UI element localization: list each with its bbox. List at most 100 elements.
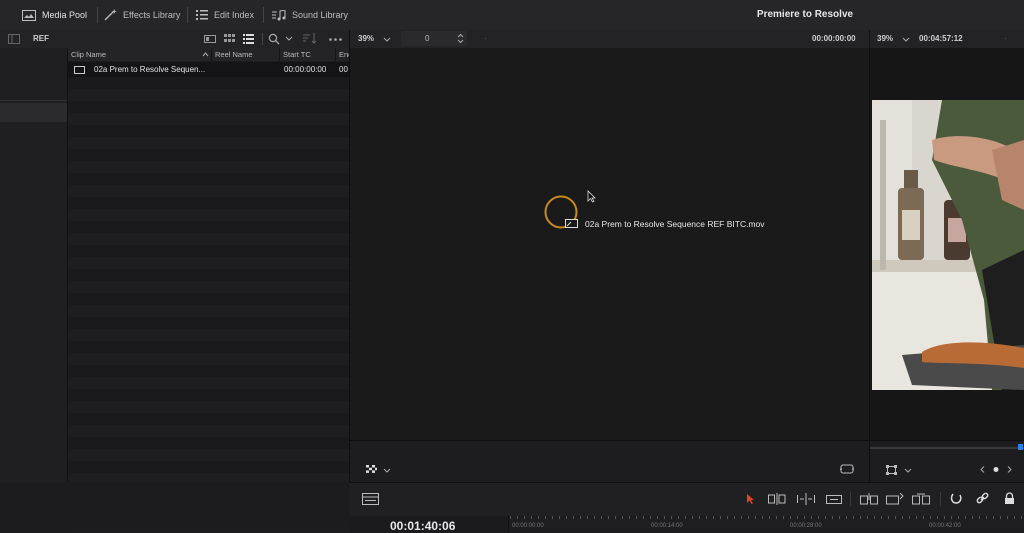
- divider: [262, 33, 263, 45]
- empty-row: [68, 425, 349, 437]
- ruler-tick: [965, 516, 966, 519]
- ruler-tick: [573, 516, 574, 519]
- bin-list-toggle-icon[interactable]: [8, 34, 20, 44]
- media-pool-button[interactable]: Media Pool: [22, 0, 87, 30]
- transform-icon[interactable]: [886, 465, 897, 475]
- chevron-down-icon[interactable]: [383, 37, 391, 42]
- empty-row: [68, 149, 349, 161]
- separator-dot: ·: [484, 34, 487, 43]
- ruler-tick: [664, 516, 665, 519]
- playhead-marker[interactable]: [1018, 444, 1023, 450]
- ruler-tick: [944, 516, 945, 519]
- empty-row: [68, 329, 349, 341]
- empty-row: [68, 317, 349, 329]
- sound-library-button[interactable]: Sound Library: [272, 0, 348, 30]
- lock-icon[interactable]: [1004, 492, 1015, 505]
- snapping-icon[interactable]: [950, 492, 963, 505]
- ruler-tick: [566, 516, 567, 519]
- empty-row: [68, 257, 349, 269]
- ruler-tick: [748, 516, 749, 519]
- chevron-down-icon[interactable]: [904, 468, 912, 473]
- ruler-tick: [713, 516, 714, 519]
- search-icon[interactable]: [268, 33, 280, 45]
- viewer-controls: [350, 440, 869, 483]
- edit-index-button[interactable]: Edit Index: [196, 0, 254, 30]
- chevron-down-icon[interactable]: [383, 468, 391, 473]
- chevron-down-icon[interactable]: [902, 37, 910, 42]
- media-pool-footer: [0, 482, 350, 532]
- ruler-tick: [1014, 516, 1015, 519]
- ruler-tick: [559, 516, 560, 519]
- divider: [940, 492, 941, 506]
- ruler-tick: [720, 516, 721, 519]
- empty-row: [68, 269, 349, 281]
- ruler-tick: [986, 516, 987, 519]
- safe-area-icon[interactable]: [840, 464, 854, 474]
- ruler-tick: [888, 516, 889, 519]
- column-header-start-tc[interactable]: Start TC: [280, 48, 336, 61]
- empty-row: [68, 341, 349, 353]
- selection-arrow-icon[interactable]: [746, 493, 755, 505]
- timeline-zoom[interactable]: 39%: [877, 30, 893, 48]
- empty-row: [68, 125, 349, 137]
- ruler-tick: [706, 516, 707, 519]
- video-clip-icon: [565, 219, 578, 228]
- empty-row: [68, 449, 349, 461]
- stepper-icon[interactable]: [457, 33, 464, 44]
- toolbar-divider: [97, 7, 98, 23]
- ruler-tick: [643, 516, 644, 519]
- media-pool-label: Media Pool: [42, 10, 88, 20]
- ruler-tick: [902, 516, 903, 519]
- blade-edit-icon[interactable]: [826, 495, 842, 504]
- sort-icon[interactable]: [303, 33, 317, 44]
- ruler-tick: [678, 516, 679, 519]
- checkerboard-icon[interactable]: [366, 465, 377, 473]
- more-options-icon[interactable]: [329, 38, 342, 41]
- sort-ascending-icon: [202, 52, 209, 57]
- ruler-tick: [979, 516, 980, 519]
- end-cell: 00: [339, 65, 348, 74]
- dynamic-trim-icon[interactable]: [797, 493, 815, 505]
- link-icon[interactable]: [976, 492, 989, 505]
- replace-clip-icon[interactable]: [912, 493, 930, 505]
- ruler-tick: [818, 516, 819, 519]
- ruler-label: 00:00:00:00: [512, 523, 544, 529]
- ruler-tick: [727, 516, 728, 519]
- column-header-reel-name[interactable]: Reel Name: [212, 48, 280, 61]
- video-frame-image: [872, 100, 1024, 390]
- ruler-tick: [699, 516, 700, 519]
- source-viewer[interactable]: 02a Prem to Resolve Sequence REF BITC.mo…: [350, 48, 869, 440]
- separator-dot: ·: [1004, 34, 1007, 43]
- ruler-tick: [552, 516, 553, 519]
- ruler-tick: [1007, 516, 1008, 519]
- empty-row: [68, 221, 349, 233]
- column-header-clip-name[interactable]: Clip Name: [68, 48, 212, 61]
- ruler-label: 00:00:42:00: [929, 523, 961, 529]
- scrubber-track[interactable]: [870, 447, 1024, 449]
- column-header-label: Clip Name: [71, 50, 107, 59]
- timeline-viewer[interactable]: [870, 48, 1024, 440]
- ruler-tick: [1000, 516, 1001, 519]
- project-title: Premiere to Resolve: [756, 9, 854, 20]
- prev-next-icon[interactable]: [980, 466, 1012, 473]
- trim-edit-icon[interactable]: [768, 493, 786, 505]
- frame-field[interactable]: 0: [401, 31, 467, 46]
- ruler-tick: [930, 516, 931, 519]
- ruler-tick: [811, 516, 812, 519]
- metadata-view-icon[interactable]: [204, 35, 216, 43]
- overwrite-clip-icon[interactable]: [886, 493, 904, 505]
- selected-bin-row[interactable]: [0, 103, 67, 122]
- chevron-down-icon[interactable]: [285, 36, 293, 41]
- list-view-icon[interactable]: [243, 34, 254, 44]
- thumbnail-view-icon[interactable]: [224, 34, 235, 44]
- effects-library-button[interactable]: Effects Library: [104, 0, 180, 30]
- insert-clip-icon[interactable]: [860, 493, 878, 505]
- ruler-tick: [769, 516, 770, 519]
- viewer-zoom[interactable]: 39%: [358, 30, 374, 48]
- ruler-tick: [846, 516, 847, 519]
- column-header-end[interactable]: End: [336, 48, 349, 61]
- empty-row: [68, 281, 349, 293]
- timeline-view-options-icon[interactable]: [362, 493, 379, 505]
- ruler-tick: [937, 516, 938, 519]
- table-row[interactable]: 02a Prem to Resolve Sequen... 00:00:00:0…: [68, 62, 349, 77]
